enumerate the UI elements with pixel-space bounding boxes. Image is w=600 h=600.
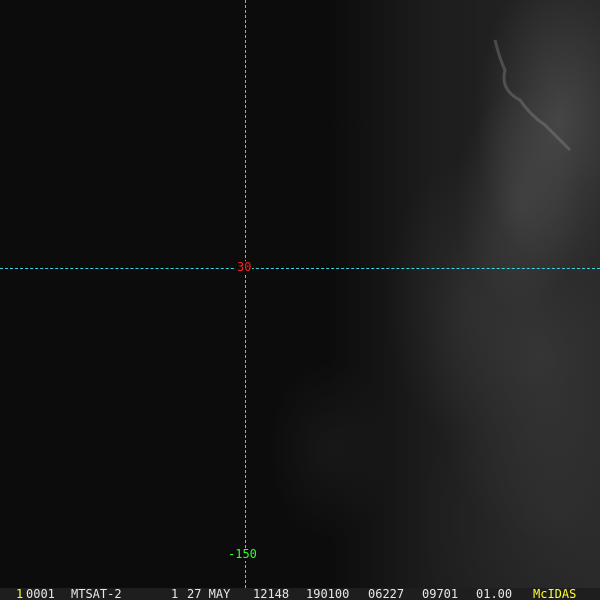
center-lon: 09701: [422, 587, 459, 600]
band: 1: [171, 587, 179, 600]
satellite-image-frame: 30 -150 1 0001 MTSAT-2 1 27 MAY 12148 19…: [0, 0, 600, 600]
center-lat: 06227: [368, 587, 405, 600]
status-bar: 1 0001 MTSAT-2 1 27 MAY 12148 190100 062…: [0, 588, 600, 600]
julian-day: 12148: [253, 587, 290, 600]
frame-number: 1: [16, 587, 24, 600]
latitude-label: 30: [236, 260, 253, 274]
longitude-label: -150: [228, 547, 257, 561]
mcidas-logo: McIDAS: [533, 587, 577, 600]
date: 27 MAY: [187, 587, 231, 600]
longitude-gridline: [245, 0, 246, 588]
satellite-name: MTSAT-2: [71, 587, 122, 600]
resolution: 01.00: [476, 587, 513, 600]
latitude-gridline: [0, 268, 600, 269]
cloud-edge-overlay: [493, 39, 572, 152]
time: 190100: [306, 587, 350, 600]
image-id: 0001: [26, 587, 55, 600]
satellite-imagery: [0, 0, 600, 588]
